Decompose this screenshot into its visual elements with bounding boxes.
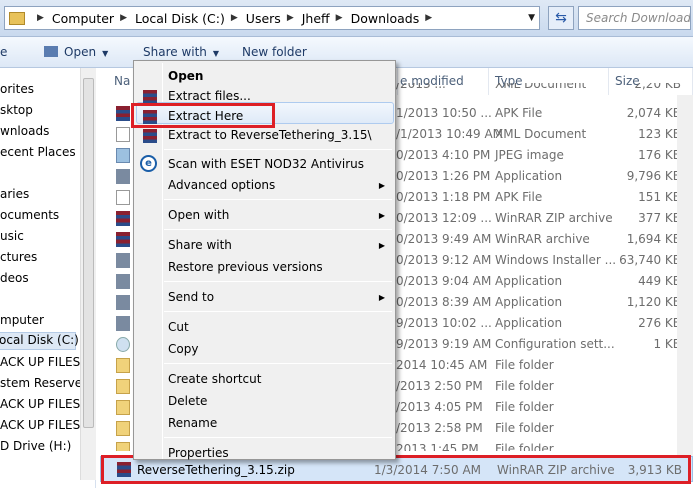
nav-item[interactable]: D Drive (H:): [0, 439, 71, 453]
new-folder-button[interactable]: New folder: [242, 45, 307, 59]
menu-item-send-to[interactable]: Send to: [168, 290, 214, 304]
installer-icon: [116, 253, 130, 268]
menu-item-extract-to[interactable]: Extract to ReverseTethering_3.15\: [168, 128, 372, 142]
nav-item[interactable]: ocuments: [0, 208, 59, 222]
application-icon: [116, 169, 130, 184]
nav-item[interactable]: sktop: [0, 103, 33, 117]
application-icon: [116, 274, 130, 289]
breadcrumb-local-disk[interactable]: Local Disk (C:) ▶: [135, 11, 246, 26]
chevron-down-icon[interactable]: ▼: [528, 13, 535, 23]
nav-item[interactable]: ecent Places: [0, 145, 76, 159]
open-icon: [44, 46, 58, 57]
menu-item-open[interactable]: Open: [168, 69, 203, 83]
menu-item-rename[interactable]: Rename: [168, 416, 217, 430]
submenu-arrow-icon: ▶: [378, 293, 385, 302]
breadcrumb-downloads[interactable]: Downloads ▶: [351, 11, 441, 26]
file-list-scrollbar[interactable]: [677, 95, 693, 456]
breadcrumb-computer[interactable]: Computer ▶: [52, 11, 135, 26]
winrar-icon: [143, 129, 157, 143]
folder-icon: [9, 11, 25, 25]
winrar-icon: [143, 90, 157, 104]
nav-item[interactable]: ctures: [0, 250, 37, 264]
share-with-button[interactable]: Share with ▼: [143, 45, 219, 59]
winrar-icon: [116, 232, 130, 247]
document-icon: [116, 190, 130, 205]
config-icon: [116, 337, 130, 352]
refresh-icon[interactable]: ⇆: [548, 6, 574, 30]
organize-button-partial[interactable]: e: [0, 45, 7, 59]
menu-item-restore-previous[interactable]: Restore previous versions: [168, 260, 323, 274]
menu-item-copy[interactable]: Copy: [168, 342, 198, 356]
nav-item[interactable]: wnloads: [0, 124, 49, 138]
winrar-icon: [116, 106, 130, 121]
nav-item[interactable]: stem Reserved: [0, 376, 90, 390]
open-button[interactable]: Open ▼: [44, 45, 108, 59]
nav-item[interactable]: aries: [0, 187, 29, 201]
highlight-box-extract-here: [131, 103, 275, 128]
eset-icon: e: [140, 155, 157, 172]
breadcrumb-jheff[interactable]: Jheff ▶: [302, 11, 351, 26]
nav-item[interactable]: orites: [0, 82, 34, 96]
breadcrumb[interactable]: ▶ Computer ▶ Local Disk (C:) ▶ Users ▶ Jhef…: [4, 6, 540, 30]
menu-item-delete[interactable]: Delete: [168, 394, 207, 408]
nav-item[interactable]: ACK UP FILES 3: [0, 355, 92, 369]
folder-icon: [116, 442, 130, 451]
menu-separator: [164, 311, 392, 312]
menu-separator: [164, 437, 392, 438]
nav-scrollbar[interactable]: [80, 68, 96, 480]
folder-icon: [116, 358, 130, 373]
menu-separator: [164, 281, 392, 282]
nav-item[interactable]: deos: [0, 271, 29, 285]
menu-separator: [164, 199, 392, 200]
submenu-arrow-icon: ▶: [378, 211, 385, 220]
menu-item-cut[interactable]: Cut: [168, 320, 189, 334]
application-icon: [116, 295, 130, 310]
folder-icon: [116, 400, 130, 415]
folder-icon: [116, 379, 130, 394]
image-icon: [116, 148, 130, 163]
nav-item[interactable]: mputer: [0, 313, 44, 327]
nav-item[interactable]: ACK UP FILES 2: [0, 418, 92, 432]
search-input[interactable]: Search Downloads: [578, 6, 691, 30]
menu-separator: [164, 229, 392, 230]
submenu-arrow-icon: ▶: [378, 181, 385, 190]
application-icon: [116, 316, 130, 331]
submenu-arrow-icon: ▶: [378, 241, 385, 250]
document-icon: [116, 127, 130, 142]
address-bar: ▶ Computer ▶ Local Disk (C:) ▶ Users ▶ Jhef…: [0, 0, 693, 37]
breadcrumb-root-chevron[interactable]: ▶: [31, 13, 52, 23]
menu-item-advanced-options[interactable]: Advanced options: [168, 178, 275, 192]
menu-item-open-with[interactable]: Open with: [168, 208, 229, 222]
folder-icon: [116, 421, 130, 436]
menu-separator: [164, 149, 392, 150]
nav-item-selected[interactable]: ocal Disk (C:): [0, 332, 79, 350]
menu-item-extract-files[interactable]: Extract files...: [168, 89, 251, 103]
nav-item[interactable]: usic: [0, 229, 24, 243]
menu-item-properties[interactable]: Properties: [168, 446, 229, 460]
winrar-icon: [116, 211, 130, 226]
breadcrumb-users[interactable]: Users ▶: [246, 11, 302, 26]
menu-item-create-shortcut[interactable]: Create shortcut: [168, 372, 261, 386]
scroll-thumb[interactable]: [83, 78, 94, 428]
menu-item-share-with[interactable]: Share with: [168, 238, 232, 252]
menu-separator: [164, 363, 392, 364]
menu-item-scan-eset[interactable]: Scan with ESET NOD32 Antivirus: [168, 157, 364, 171]
nav-item[interactable]: ACK UP FILES 1: [0, 397, 92, 411]
